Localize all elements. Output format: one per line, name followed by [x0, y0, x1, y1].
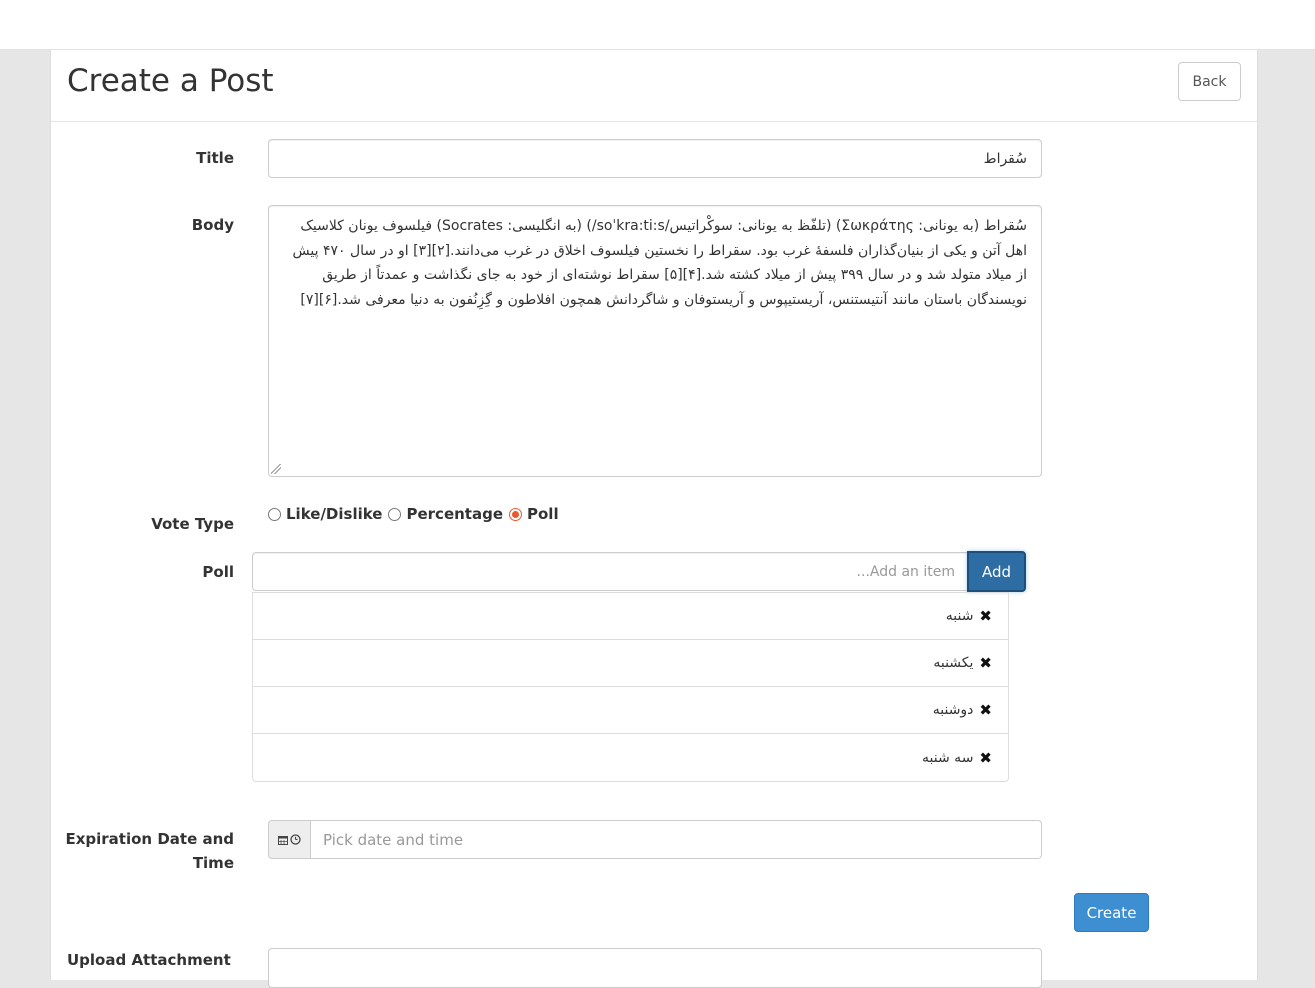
poll-add-button[interactable]: Add	[967, 551, 1026, 592]
panel-header: Create a Post Back	[51, 50, 1257, 122]
vote-option-label: Percentage	[406, 505, 503, 523]
vote-option-percentage[interactable]: Percentage	[388, 505, 503, 523]
resize-handle-icon[interactable]	[271, 464, 281, 474]
remove-icon[interactable]: ✖	[979, 701, 992, 719]
expiration-datetime-input[interactable]: Pick date and time	[311, 820, 1042, 859]
body-textarea-value: سُقراط (به یونانی: Σωκράτης) (تلفّظ به ی…	[292, 218, 1027, 308]
vote-type-radio-group: Like/Dislike Percentage Poll	[268, 505, 565, 523]
radio-poll[interactable]	[509, 507, 522, 521]
poll-items-list: ✖ شنبه ✖ یکشنبه ✖ دوشنبه ✖ سه شنبه	[252, 592, 1009, 782]
calendar-icon	[278, 835, 288, 845]
poll-item: ✖ دوشنبه	[253, 687, 1008, 734]
poll-item-text: شنبه	[945, 608, 974, 624]
expiration-label-line: Expiration Date and	[65, 830, 234, 848]
top-navbar	[0, 0, 1315, 50]
poll-input-placeholder: Add an item...	[856, 563, 955, 580]
expiration-datetime-group: Pick date and time	[268, 820, 1042, 859]
remove-icon[interactable]: ✖	[979, 607, 992, 625]
vote-option-label: Like/Dislike	[286, 505, 383, 523]
vote-option-label: Poll	[527, 505, 559, 523]
body-label: Body	[191, 216, 234, 234]
poll-label: Poll	[202, 563, 234, 581]
poll-item: ✖ سه شنبه	[253, 734, 1008, 781]
poll-item-text: سه شنبه	[922, 749, 974, 766]
page-title: Create a Post	[67, 63, 274, 99]
radio-like-dislike[interactable]	[268, 507, 281, 521]
expiration-label-line: Time	[192, 854, 234, 872]
back-button[interactable]: Back	[1178, 62, 1241, 101]
expiration-label: Expiration Date and Time	[34, 827, 234, 875]
title-input-value: سُقراط	[983, 150, 1027, 167]
remove-icon[interactable]: ✖	[979, 749, 992, 767]
vote-option-poll[interactable]: Poll	[509, 505, 559, 523]
poll-item: ✖ شنبه	[253, 593, 1008, 640]
vote-type-label: Vote Type	[151, 515, 234, 533]
datetime-placeholder: Pick date and time	[323, 830, 464, 849]
vote-option-like-dislike[interactable]: Like/Dislike	[268, 505, 382, 523]
poll-item: ✖ یکشنبه	[253, 640, 1008, 687]
remove-icon[interactable]: ✖	[979, 654, 992, 672]
title-input[interactable]: سُقراط	[268, 139, 1042, 178]
title-label: Title	[196, 149, 234, 167]
datetime-picker-trigger[interactable]	[268, 820, 311, 859]
body-textarea[interactable]: سُقراط (به یونانی: Σωκράτης) (تلفّظ به ی…	[268, 205, 1042, 477]
upload-attachment-dropzone[interactable]	[268, 948, 1042, 988]
radio-percentage[interactable]	[388, 507, 402, 521]
clock-icon	[290, 834, 301, 845]
upload-attachment-label: Upload Attachment	[67, 951, 231, 969]
poll-item-input[interactable]: Add an item...	[252, 552, 968, 591]
create-post-panel: Create a Post Back Title سُقراط Body سُق…	[50, 50, 1258, 988]
poll-item-text: دوشنبه	[932, 702, 974, 718]
poll-item-text: یکشنبه	[933, 655, 974, 671]
create-button[interactable]: Create	[1074, 893, 1149, 932]
